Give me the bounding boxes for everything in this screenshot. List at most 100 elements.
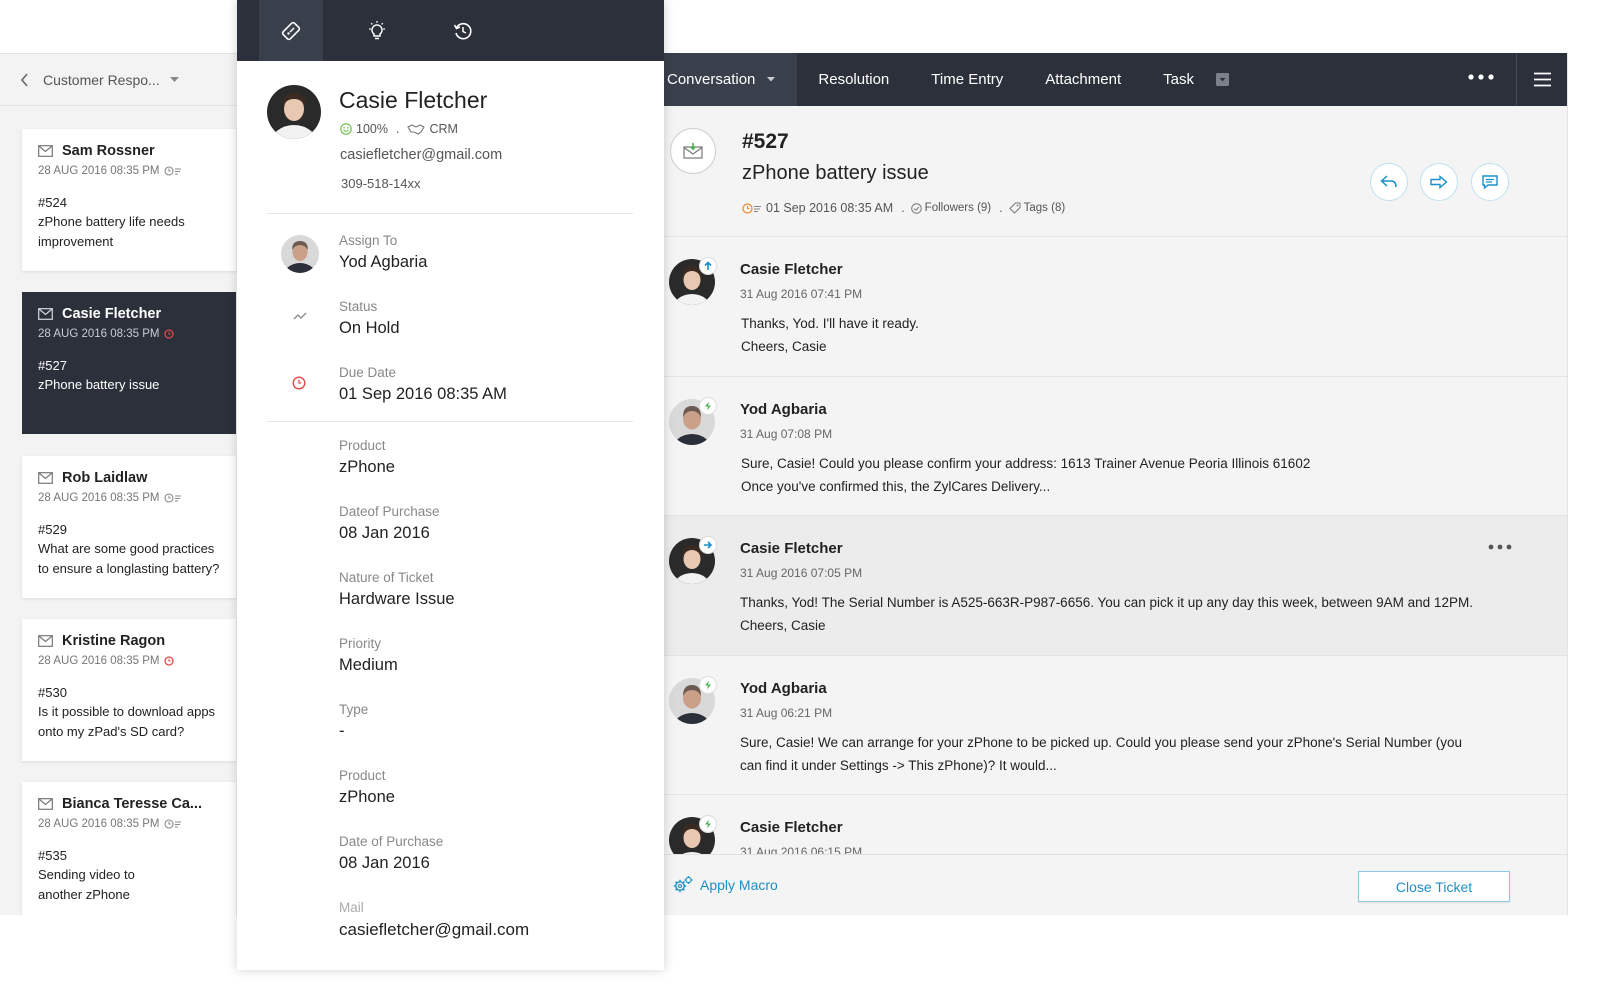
mail-icon xyxy=(38,798,62,810)
field-assign-to[interactable]: Assign To Yod Agbaria xyxy=(339,233,427,272)
thread-item[interactable]: Casie Fletcher 31 Aug 2016 07:41 PM Than… xyxy=(664,237,1567,377)
forward-arrow-icon xyxy=(1430,175,1448,189)
forward-button[interactable] xyxy=(1420,163,1458,201)
field-value[interactable]: Medium xyxy=(339,656,398,675)
ticket-card-524[interactable]: Sam Rossner 28 AUG 2016 08:35 PM #524 zP… xyxy=(22,129,236,271)
contact-phone[interactable]: 309-518-14xx xyxy=(341,176,421,191)
field-label: Due Date xyxy=(339,365,397,380)
ticket-number: #527 xyxy=(742,130,789,153)
thread-item[interactable]: Yod Agbaria 31 Aug 07:08 PM Sure, Casie!… xyxy=(664,377,1567,516)
field-due-date[interactable]: Due Date 01 Sep 2016 08:35 AM xyxy=(339,365,507,404)
field-value[interactable]: 08 Jan 2016 xyxy=(339,524,440,543)
more-options-icon[interactable] xyxy=(1468,74,1494,80)
dropdown-box-icon[interactable] xyxy=(1215,73,1229,86)
sla-timer-icon xyxy=(159,166,182,176)
separator-dot: . xyxy=(395,122,400,136)
tab-resolution[interactable]: Resolution xyxy=(797,53,910,106)
ticket-card-530[interactable]: Kristine Ragon 28 AUG 2016 08:35 PM #530… xyxy=(22,619,236,761)
view-selector[interactable]: Customer Respo... xyxy=(0,54,240,106)
followers-link[interactable]: Followers (9) xyxy=(925,202,991,214)
field-product[interactable]: Product zPhone xyxy=(339,438,395,477)
ticket-card-527-selected[interactable]: Casie Fletcher 28 AUG 2016 08:35 PM #527… xyxy=(22,292,236,434)
ticket-subject-line: another zPhone xyxy=(38,887,130,902)
thread-item-hovered[interactable]: Casie Fletcher 31 Aug 2016 07:05 PM Than… xyxy=(664,516,1567,656)
caret-down-icon[interactable] xyxy=(169,76,179,83)
sender-name: Casie Fletcher xyxy=(740,819,843,836)
happy-face-icon xyxy=(340,123,352,135)
tab-time-entry[interactable]: Time Entry xyxy=(910,53,1024,106)
tags-link[interactable]: Tags (8) xyxy=(1024,202,1066,214)
ticket-number: #529 xyxy=(38,522,67,537)
contact-meta: 100% . CRM xyxy=(340,122,458,136)
contact-email[interactable]: casiefletcher@gmail.com xyxy=(340,147,502,163)
tab-conversation[interactable]: Conversation xyxy=(664,53,798,106)
comment-button[interactable] xyxy=(1471,163,1509,201)
field-product-2[interactable]: Product zPhone xyxy=(339,768,395,807)
field-label: Product xyxy=(339,438,386,453)
field-label: Status xyxy=(339,299,378,314)
mail-icon xyxy=(38,635,62,647)
apply-macro-label: Apply Macro xyxy=(700,877,778,893)
ticket-contact-name: Casie Fletcher xyxy=(62,306,162,322)
crm-link[interactable]: CRM xyxy=(429,122,457,136)
field-priority[interactable]: Priority Medium xyxy=(339,636,398,675)
reply-button[interactable] xyxy=(1370,163,1408,201)
message-line: Cheers, Casie xyxy=(741,339,827,354)
ticket-card-529[interactable]: Rob Laidlaw 28 AUG 2016 08:35 PM #529 Wh… xyxy=(22,456,236,598)
ticket-list-panel: Customer Respo... Sam Rossner 28 AUG 201… xyxy=(0,53,240,915)
tab-label: Time Entry xyxy=(931,71,1004,88)
field-value[interactable]: zPhone xyxy=(339,458,395,477)
field-value[interactable]: - xyxy=(339,722,368,741)
mail-icon xyxy=(38,145,62,157)
contact-panel-tabs xyxy=(237,0,664,61)
outgoing-lightning-icon xyxy=(699,815,717,833)
close-ticket-button[interactable]: Close Ticket xyxy=(1358,871,1510,902)
field-date-of-purchase[interactable]: Date of Purchase 08 Jan 2016 xyxy=(339,834,443,873)
field-dateof-purchase[interactable]: Dateof Purchase 08 Jan 2016 xyxy=(339,504,440,543)
ticket-contact-name: Rob Laidlaw xyxy=(62,470,148,486)
overdue-clock-icon xyxy=(159,656,175,666)
field-label: Mail xyxy=(339,900,364,915)
conversation-panel: Conversation Resolution Time Entry Attac… xyxy=(664,53,1568,915)
message-more-icon[interactable] xyxy=(1488,544,1512,550)
tab-suggestions[interactable] xyxy=(345,0,409,61)
field-mail[interactable]: Mail casiefletcher@gmail.com xyxy=(339,900,529,940)
avatar xyxy=(267,85,321,139)
ticket-subject-line: zPhone battery life needs xyxy=(38,214,185,229)
field-value[interactable]: Hardware Issue xyxy=(339,590,455,609)
ticket-subject: Is it possible to download apps onto my … xyxy=(38,702,226,742)
field-value[interactable]: 08 Jan 2016 xyxy=(339,854,443,873)
tag-icon xyxy=(1008,202,1021,214)
sla-timer-icon xyxy=(159,819,182,829)
field-value[interactable]: zPhone xyxy=(339,788,395,807)
ticket-date: 28 AUG 2016 08:35 PM xyxy=(38,492,160,504)
field-value[interactable]: casiefletcher@gmail.com xyxy=(339,920,529,940)
message-line: can find it under Settings -> This zPhon… xyxy=(740,758,1057,773)
field-value[interactable]: On Hold xyxy=(339,319,400,338)
field-type[interactable]: Type - xyxy=(339,702,368,741)
ticket-subject: What are some good practices to ensure a… xyxy=(38,539,226,579)
hamburger-menu-icon[interactable] xyxy=(1516,53,1567,106)
ticket-card-535[interactable]: Bianca Teresse Ca... 28 AUG 2016 08:35 P… xyxy=(22,782,236,915)
tab-ticket-properties[interactable] xyxy=(259,0,323,61)
message-body: Sure, Casie! We can arrange for your zPh… xyxy=(740,731,1540,777)
tab-attachment[interactable]: Attachment xyxy=(1024,53,1142,106)
comment-icon xyxy=(1482,175,1498,190)
field-nature-of-ticket[interactable]: Nature of Ticket Hardware Issue xyxy=(339,570,455,609)
apply-macro-button[interactable]: Apply Macro xyxy=(672,875,778,895)
reply-icon xyxy=(1380,175,1397,188)
back-chevron-icon[interactable] xyxy=(20,72,29,87)
ticket-nav-bar: Conversation Resolution Time Entry Attac… xyxy=(664,53,1567,106)
field-value[interactable]: 01 Sep 2016 08:35 AM xyxy=(339,385,507,404)
divider xyxy=(267,421,633,422)
tab-task[interactable]: Task xyxy=(1142,53,1250,106)
assignee-avatar[interactable] xyxy=(281,235,319,273)
tab-history[interactable] xyxy=(431,0,495,61)
thread-item[interactable]: Yod Agbaria 31 Aug 06:21 PM Sure, Casie!… xyxy=(664,656,1567,795)
field-status[interactable]: Status On Hold xyxy=(339,299,400,338)
field-value[interactable]: Yod Agbaria xyxy=(339,253,427,272)
message-line: Once you've confirmed this, the ZylCares… xyxy=(741,479,1051,494)
ticket-subject-line: to ensure a longlasting battery? xyxy=(38,561,220,576)
view-title[interactable]: Customer Respo... xyxy=(43,72,160,88)
tab-label: Conversation xyxy=(667,71,756,88)
